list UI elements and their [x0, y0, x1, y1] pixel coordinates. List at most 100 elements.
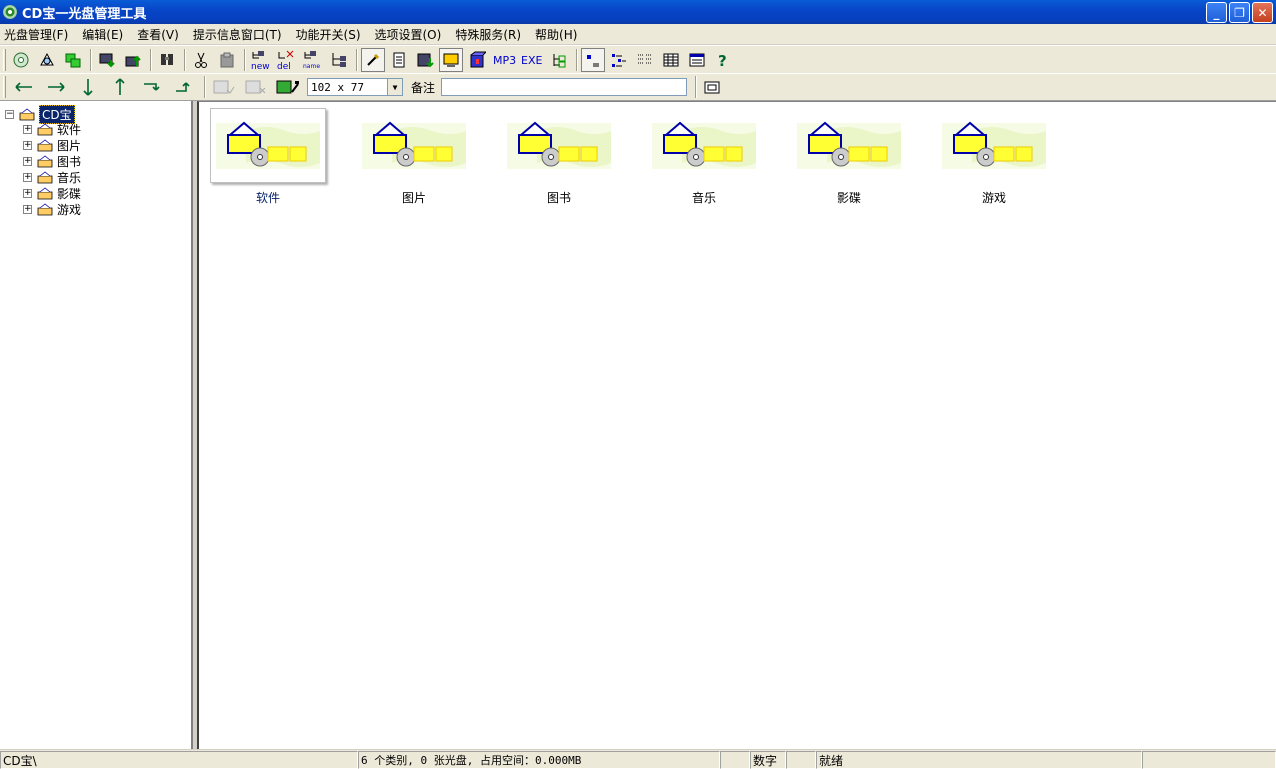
delete-category-icon[interactable]: del — [275, 48, 299, 72]
indent-arrow-icon[interactable] — [137, 75, 167, 99]
copy-disc-icon[interactable] — [61, 48, 85, 72]
category-item[interactable]: 图片 — [356, 108, 472, 206]
menu-tip-window[interactable]: 提示信息窗口(T) — [193, 26, 288, 43]
cut-icon[interactable] — [189, 48, 213, 72]
category-item[interactable]: 游戏 — [936, 108, 1052, 206]
category-thumbnail-icon — [362, 121, 466, 169]
arrow-down-icon[interactable] — [73, 75, 103, 99]
tree-filter-icon[interactable] — [547, 48, 571, 72]
tree-item-label[interactable]: 影碟 — [57, 185, 81, 202]
close-button[interactable]: ✕ — [1252, 2, 1273, 23]
category-tree-icon[interactable] — [327, 48, 351, 72]
menu-help[interactable]: 帮助(H) — [535, 26, 583, 43]
category-item[interactable]: 软件 — [210, 108, 326, 206]
status-numlock: 数字 — [750, 751, 786, 769]
tree-item-label[interactable]: 软件 — [57, 121, 81, 138]
preview-pane-icon[interactable] — [685, 48, 709, 72]
expand-icon[interactable]: + — [23, 141, 32, 150]
arrow-right-icon[interactable] — [41, 75, 71, 99]
dropdown-arrow-icon[interactable]: ▼ — [387, 79, 402, 95]
expand-icon[interactable]: + — [23, 189, 32, 198]
note-input[interactable] — [441, 78, 688, 96]
status-bar: CD宝\ 6 个类别, 0 张光盘, 占用空间：0.000MB 数字 就绪 — [0, 750, 1276, 769]
menu-options[interactable]: 选项设置(O) — [375, 26, 448, 43]
list-view-icon[interactable] — [633, 48, 657, 72]
cd-scan-icon[interactable] — [9, 48, 33, 72]
status-empty — [1142, 751, 1276, 769]
tree-item[interactable]: + 音乐 — [23, 169, 81, 186]
import-icon[interactable] — [95, 48, 119, 72]
category-item[interactable]: 图书 — [501, 108, 617, 206]
menu-view[interactable]: 查看(V) — [137, 26, 185, 43]
thumbnail-tool-icon[interactable] — [273, 75, 303, 99]
folder-icon — [37, 139, 53, 152]
expand-icon[interactable]: + — [23, 173, 32, 182]
tree-item-label[interactable]: 图片 — [57, 137, 81, 154]
disc-search-icon[interactable] — [35, 48, 59, 72]
toolbar-separator — [184, 48, 186, 71]
small-icons-view-icon[interactable] — [607, 48, 631, 72]
expand-icon[interactable]: + — [23, 125, 32, 134]
category-view[interactable]: 软件 图片 图书 音乐 影碟 游戏 — [197, 101, 1276, 749]
category-thumbnail — [646, 108, 762, 183]
help-icon[interactable]: ? — [711, 48, 735, 72]
expand-icon[interactable]: + — [23, 157, 32, 166]
remove-disabled-icon[interactable] — [241, 75, 271, 99]
tree-item-label[interactable]: 图书 — [57, 153, 81, 170]
category-tree[interactable]: − CD宝 + 软件 + 图片 + 图书 + 音乐 + 影碟 + 游戏 — [0, 101, 193, 749]
category-thumbnail-icon — [797, 121, 901, 169]
tree-item-label[interactable]: 音乐 — [57, 169, 81, 186]
tree-item[interactable]: + 游戏 — [23, 201, 81, 218]
details-view-icon[interactable] — [659, 48, 683, 72]
new-category-icon[interactable]: new — [249, 48, 273, 72]
category-thumbnail-icon — [652, 121, 756, 169]
monitor-icon[interactable] — [439, 47, 463, 72]
toolbar-separator — [150, 48, 152, 71]
outdent-arrow-icon[interactable] — [169, 75, 199, 99]
toolbar-grip[interactable] — [3, 76, 6, 98]
rename-category-icon[interactable]: name — [301, 48, 325, 72]
paste-icon[interactable] — [215, 48, 239, 72]
menu-edit[interactable]: 编辑(E) — [82, 26, 129, 43]
navigation-toolbar: 102 x 77 ▼ 备注 — [0, 73, 1276, 101]
menu-bar: 光盘管理(F) 编辑(E) 查看(V) 提示信息窗口(T) 功能开关(S) 选项… — [0, 24, 1276, 44]
find-icon[interactable] — [155, 48, 179, 72]
package-icon[interactable] — [465, 48, 489, 72]
tree-item-label[interactable]: 游戏 — [57, 201, 81, 218]
exe-filter-icon[interactable]: EXE — [519, 48, 545, 72]
toolbar-separator — [90, 48, 92, 71]
open-folder-icon[interactable] — [700, 75, 724, 99]
thumbnail-size-select[interactable]: 102 x 77 ▼ — [307, 78, 403, 96]
svg-text:EXE: EXE — [521, 54, 542, 67]
collapse-icon[interactable]: − — [5, 110, 14, 119]
minimize-button[interactable]: _ — [1206, 2, 1227, 23]
category-thumbnail-icon — [507, 121, 611, 169]
tree-item[interactable]: + 影碟 — [23, 185, 81, 202]
tree-item[interactable]: + 软件 — [23, 121, 81, 138]
document-icon[interactable] — [387, 48, 411, 72]
maximize-button[interactable]: ❐ — [1229, 2, 1250, 23]
expand-icon[interactable]: + — [23, 205, 32, 214]
tree-item[interactable]: + 图片 — [23, 137, 81, 154]
category-item[interactable]: 音乐 — [646, 108, 762, 206]
check-disabled-icon[interactable] — [209, 75, 239, 99]
category-item[interactable]: 影碟 — [791, 108, 907, 206]
toolbar-separator — [204, 76, 206, 98]
tree-item[interactable]: + 图书 — [23, 153, 81, 170]
arrow-left-icon[interactable] — [9, 75, 39, 99]
save-disc-icon[interactable] — [413, 48, 437, 72]
category-label: 软件 — [255, 191, 280, 205]
thumbnail-size-value: 102 x 77 — [311, 80, 364, 94]
large-icons-view-icon[interactable] — [581, 47, 605, 72]
category-label: 图书 — [546, 191, 571, 205]
arrow-up-icon[interactable] — [105, 75, 135, 99]
toolbar-grip[interactable] — [3, 48, 6, 71]
export-icon[interactable] — [121, 48, 145, 72]
menu-feature-switch[interactable]: 功能开关(S) — [296, 26, 367, 43]
note-label: 备注 — [411, 80, 436, 95]
mp3-filter-icon[interactable]: MP3 — [491, 48, 517, 72]
toolbar-separator — [576, 48, 578, 71]
brush-icon[interactable] — [361, 47, 385, 72]
menu-special-services[interactable]: 特殊服务(R) — [455, 26, 527, 43]
menu-disc-management[interactable]: 光盘管理(F) — [4, 26, 74, 43]
